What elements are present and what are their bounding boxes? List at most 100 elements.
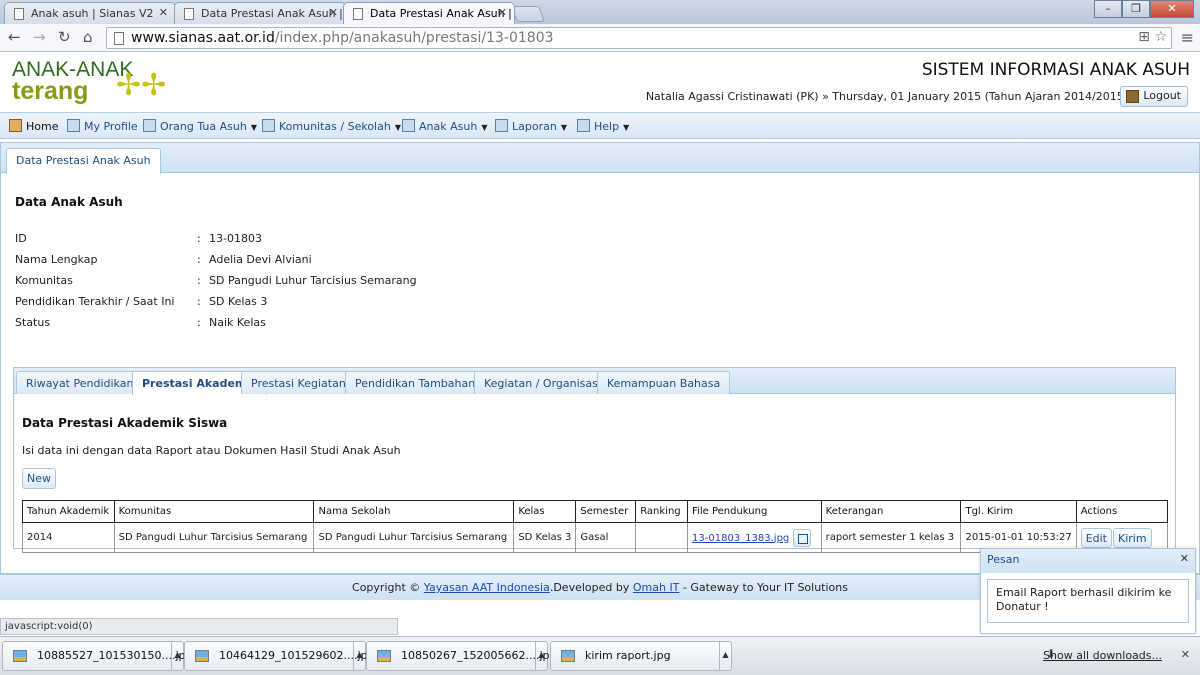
contact-card-icon xyxy=(262,119,275,132)
forward-arrow-icon[interactable]: → xyxy=(33,28,46,46)
kirim-button[interactable]: Kirim xyxy=(1113,527,1152,548)
table-header-row: Tahun Akademik Komunitas Nama Sekolah Ke… xyxy=(22,500,1169,523)
copyright-prefix: Copyright © xyxy=(352,581,421,594)
field-label: Pendidikan Terakhir / Saat Ini xyxy=(15,295,175,308)
download-filename: kirim raport.jpg xyxy=(585,649,671,662)
field-value: 13-01803 xyxy=(209,232,262,245)
file-link[interactable]: 13-01803_1383.jpg xyxy=(692,533,789,544)
menu-item-help[interactable]: Help ▼ xyxy=(577,119,629,133)
field-separator: : xyxy=(197,274,201,287)
logout-icon xyxy=(1126,90,1140,103)
home-icon[interactable]: ⌂ xyxy=(83,28,93,46)
menu-item-home[interactable]: Home xyxy=(9,119,58,133)
info-row-status: Status: Naik Kelas xyxy=(15,316,266,329)
download-item[interactable]: 10464129_101529602....jpg ▲ xyxy=(184,641,374,671)
cell-tahun: 2014 xyxy=(22,522,115,553)
column-header[interactable]: Kelas xyxy=(513,500,577,523)
translate-and-star-icons[interactable]: ⊞ ☆ xyxy=(1138,29,1167,45)
tab-riwayat-pendidikan[interactable]: Riwayat Pendidikan xyxy=(16,371,144,394)
column-header[interactable]: Nama Sekolah xyxy=(313,500,515,523)
image-file-icon xyxy=(377,650,391,662)
chevron-down-icon: ▼ xyxy=(481,123,488,132)
browser-tab-2[interactable]: Data Prestasi Anak Asuh | ✕ xyxy=(174,2,346,24)
web-page: ANAK-ANAK terang ✢✢ SISTEM INFORMASI ANA… xyxy=(0,52,1200,620)
chevron-down-icon[interactable]: ▲ xyxy=(535,642,547,670)
column-header[interactable]: Ranking xyxy=(635,500,689,523)
chevron-down-icon[interactable]: ▲ xyxy=(719,642,731,670)
save-icon[interactable] xyxy=(793,528,812,547)
tab-kegiatan-organisasi[interactable]: Kegiatan / Organisasi xyxy=(474,371,611,394)
show-all-downloads-link[interactable]: Show all downloads... xyxy=(1043,649,1162,662)
developer-link[interactable]: Omah IT xyxy=(633,581,680,594)
home-icon xyxy=(9,119,22,132)
maximize-icon[interactable]: ❐ xyxy=(1122,0,1150,18)
tab-pendidikan-tambahan[interactable]: Pendidikan Tambahan xyxy=(345,371,486,394)
page-icon xyxy=(14,8,24,20)
info-row-komunitas: Komunitas: SD Pangudi Luhur Tarcisius Sem… xyxy=(15,274,417,287)
download-item[interactable]: 10850267_152005662....jpg ▲ xyxy=(366,641,556,671)
browser-tab-1[interactable]: Anak asuh | Sianas V2 ✕ xyxy=(4,2,176,24)
logout-label: Logout xyxy=(1143,89,1181,102)
close-icon[interactable]: ✕ xyxy=(498,6,507,19)
panel-header: Data Prestasi Anak Asuh xyxy=(1,143,1199,174)
field-separator: : xyxy=(197,253,201,266)
close-icon[interactable]: ✕ xyxy=(1180,552,1189,565)
column-header[interactable]: Komunitas xyxy=(113,500,315,523)
minimize-icon[interactable]: – xyxy=(1094,0,1122,18)
logo-star-icon: ✢✢ xyxy=(116,68,167,103)
url-path: /index.php/anakasuh/prestasi/13-01803 xyxy=(274,30,554,46)
browser-tab-title: Data Prestasi Anak Asuh | xyxy=(201,7,343,20)
image-file-icon xyxy=(195,650,209,662)
download-item[interactable]: kirim raport.jpg ▲ xyxy=(550,641,732,671)
cell-semester: Gasal xyxy=(575,522,637,553)
logout-button[interactable]: Logout xyxy=(1120,86,1188,107)
menu-item-orang-tua-asuh[interactable]: Orang Tua Asuh ▼ xyxy=(143,119,257,133)
column-header[interactable]: Semester xyxy=(575,500,637,523)
user-info: Natalia Agassi Cristinawati (PK) » Thurs… xyxy=(645,90,1128,103)
reload-icon[interactable]: ↻ xyxy=(58,28,71,46)
download-filename: 10850267_152005662....jpg xyxy=(401,649,557,662)
close-icon[interactable]: ✕ xyxy=(329,6,338,19)
chevron-down-icon[interactable]: ▲ xyxy=(171,642,183,670)
menu-item-my-profile[interactable]: My Profile xyxy=(67,119,138,133)
tab-prestasi-kegiatan[interactable]: Prestasi Kegiatan xyxy=(241,371,356,394)
download-item[interactable]: 10885527_101530150....jpg ▲ xyxy=(2,641,192,671)
contact-card-icon xyxy=(143,119,156,132)
notification-title: Pesan xyxy=(987,553,1020,566)
column-header[interactable]: File Pendukung xyxy=(687,500,822,523)
field-label: Status xyxy=(15,316,51,329)
back-arrow-icon[interactable]: ← xyxy=(8,28,21,46)
chevron-down-icon: ▼ xyxy=(250,123,257,132)
site-logo[interactable]: ANAK-ANAK terang ✢✢ xyxy=(12,59,166,104)
field-separator: : xyxy=(197,295,201,308)
info-row-id: ID:13-01803 xyxy=(15,232,262,245)
field-value: Naik Kelas xyxy=(209,316,266,329)
browser-menu-icon[interactable]: ≡ xyxy=(1181,28,1194,47)
org-link[interactable]: Yayasan AAT Indonesia xyxy=(424,581,550,594)
system-title: SISTEM INFORMASI ANAK ASUH xyxy=(921,60,1190,80)
image-file-icon xyxy=(13,650,27,662)
tab-kemampuan-bahasa[interactable]: Kemampuan Bahasa xyxy=(597,371,731,394)
column-header[interactable]: Tahun Akademik xyxy=(22,500,115,523)
cell-komunitas: SD Pangudi Luhur Tarcisius Semarang xyxy=(113,522,315,553)
menu-item-laporan[interactable]: Laporan ▼ xyxy=(495,119,567,133)
column-header[interactable]: Tgl. Kirim xyxy=(960,500,1077,523)
new-tab-button[interactable] xyxy=(511,6,545,22)
column-header[interactable]: Keterangan xyxy=(820,500,962,523)
footer-middle: .Developed by xyxy=(549,581,630,594)
close-icon[interactable]: ✕ xyxy=(1181,648,1190,661)
chevron-down-icon[interactable]: ▲ xyxy=(353,642,365,670)
edit-button[interactable]: Edit xyxy=(1080,527,1112,548)
window-close-icon[interactable]: ✕ xyxy=(1150,0,1194,18)
address-bar[interactable]: www.sianas.aat.or.id/index.php/anakasuh/… xyxy=(106,27,1172,49)
new-button[interactable]: New xyxy=(22,468,56,489)
cell-nama-sekolah: SD Pangudi Luhur Tarcisius Semarang xyxy=(313,522,515,553)
menu-item-komunitas-sekolah[interactable]: Komunitas / Sekolah ▼ xyxy=(262,119,401,133)
page-icon xyxy=(184,8,194,20)
browser-tab-3[interactable]: Data Prestasi Anak Asuh | ✕ xyxy=(343,2,515,24)
column-header[interactable]: Actions xyxy=(1075,500,1169,523)
menu-item-anak-asuh[interactable]: Anak Asuh ▼ xyxy=(402,119,487,133)
contact-card-icon xyxy=(402,119,415,132)
close-icon[interactable]: ✕ xyxy=(159,6,168,19)
tab-data-prestasi-anak-asuh[interactable]: Data Prestasi Anak Asuh xyxy=(6,148,161,174)
